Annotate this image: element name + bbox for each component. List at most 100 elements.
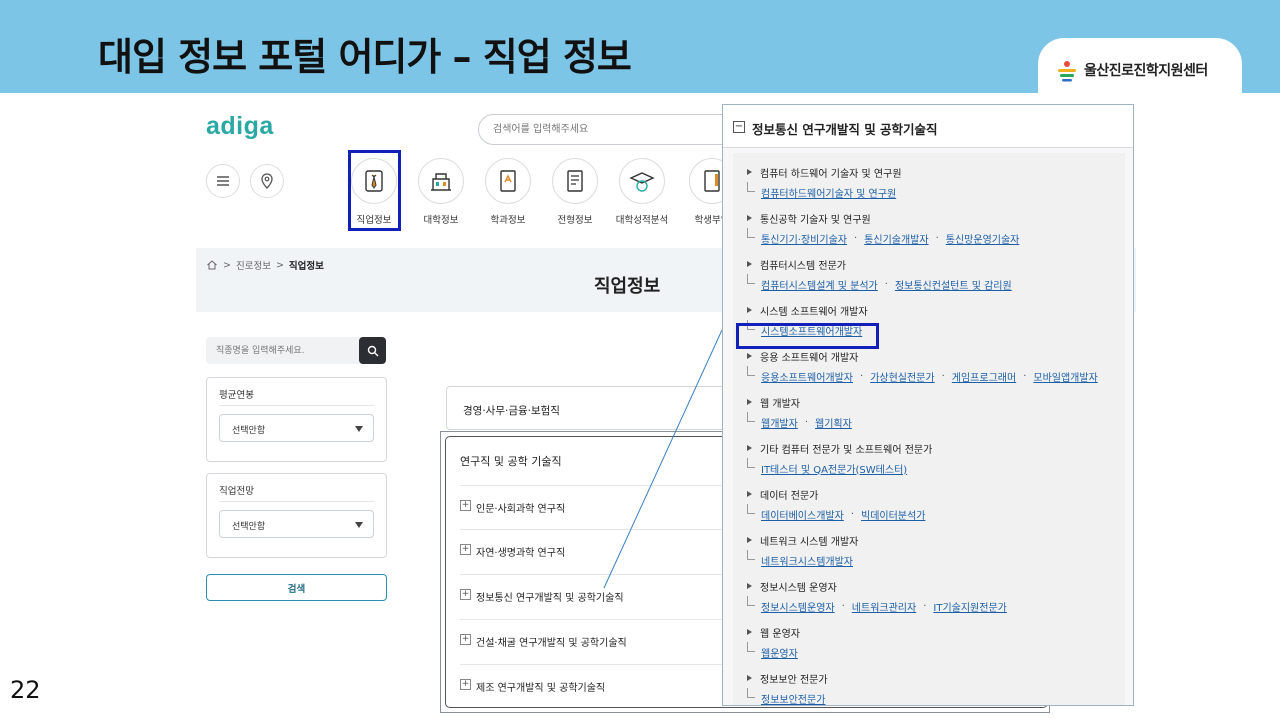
group-links: 데이터베이스개발자 · 빅데이터분석가 <box>747 504 925 522</box>
slide-header: 대입 정보 포털 어디가 – 직업 정보 울산진로진학지원센터 <box>0 0 1280 96</box>
group-other-computer: 기타 컴퓨터 전문가 및 소프트웨어 전문가 IT테스터 및 QA전문가(SW테… <box>747 441 932 476</box>
job-link[interactable]: IT기술지원전문가 <box>933 599 1006 614</box>
job-search-button[interactable] <box>359 337 386 364</box>
tree-elbow <box>747 550 755 560</box>
job-link-system-analyst[interactable]: 컴퓨터시스템설계 및 분석가 <box>761 277 878 292</box>
job-link[interactable]: 모바일앱개발자 <box>1033 369 1097 384</box>
divider <box>219 405 374 406</box>
group-links: 정보시스템운영자 · 네트워크관리자 · IT기술지원전문가 <box>747 596 1007 614</box>
outlook-select[interactable]: 선택안함 <box>219 510 374 538</box>
job-search-input[interactable] <box>206 337 356 364</box>
job-info-highlight <box>348 150 401 231</box>
book-icon <box>500 170 516 192</box>
triangle-icon <box>747 169 752 175</box>
filter-title: 직업전망 <box>219 486 254 497</box>
job-link[interactable]: 통신기술개발자 <box>864 231 928 246</box>
plus-icon: + <box>460 634 471 645</box>
page-number: 22 <box>10 676 41 704</box>
breadcrumb-career[interactable]: 진로정보 <box>236 258 271 272</box>
job-link[interactable]: 빅데이터분석가 <box>861 507 925 522</box>
cat-admission-info[interactable]: 전형정보 <box>545 158 605 226</box>
plus-icon: + <box>460 500 471 511</box>
job-link[interactable]: 정보시스템운영자 <box>761 599 835 614</box>
collapse-icon[interactable]: − <box>733 121 745 133</box>
sub-row-label: 정보통신 연구개발직 및 공학기술직 <box>476 593 624 604</box>
map-pin-icon <box>261 173 273 189</box>
job-link[interactable]: 컴퓨터하드웨어기술자 및 연구원 <box>761 185 896 200</box>
menu-button[interactable] <box>206 164 240 198</box>
job-link[interactable]: 네트워크시스템개발자 <box>761 553 853 568</box>
link-separator: · <box>804 416 808 428</box>
cat-university-info[interactable]: 대학정보 <box>411 158 471 226</box>
group-title-text: 정보시스템 운영자 <box>760 582 837 594</box>
job-link[interactable]: 가상현실전문가 <box>870 369 934 384</box>
cat-label: 대학정보 <box>423 215 459 226</box>
job-link[interactable]: 통신망운영기술자 <box>946 231 1020 246</box>
job-link[interactable]: 웹기획자 <box>815 415 852 430</box>
search-icon <box>367 345 378 356</box>
home-icon[interactable] <box>206 259 218 271</box>
triangle-icon <box>747 353 752 359</box>
salary-select[interactable]: 선택안함 <box>219 414 374 442</box>
sub-row-construction[interactable]: + 건설·채굴 연구개발직 및 공학기술직 <box>460 619 760 663</box>
job-link[interactable]: 데이터베이스개발자 <box>761 507 844 522</box>
apply-search-button[interactable]: 검색 <box>206 574 387 601</box>
group-links: IT테스터 및 QA전문가(SW테스터) <box>747 458 932 476</box>
filter-title: 평균연봉 <box>219 390 254 401</box>
popup-body: 컴퓨터 하드웨어 기술자 및 연구원 컴퓨터하드웨어기술자 및 연구원 통신공학… <box>733 153 1125 706</box>
group-application-software: 응용 소프트웨어 개발자 응용소프트웨어개발자 · 가상현실전문가 · 게임프로그래… <box>747 349 1098 384</box>
group-links: 컴퓨터하드웨어기술자 및 연구원 <box>747 182 902 200</box>
page-title: 직업정보 <box>594 276 661 297</box>
job-link[interactable]: 웹운영자 <box>761 645 798 660</box>
job-search-box[interactable] <box>206 337 386 364</box>
group-title-text: 데이터 전문가 <box>760 490 819 502</box>
tree-elbow <box>747 596 755 606</box>
plus-icon: + <box>460 679 471 690</box>
group-title-text: 시스템 소프트웨어 개발자 <box>760 306 868 318</box>
group-links: 컴퓨터시스템설계 및 분석가 · 정보통신컨설턴트 및 감리원 <box>747 274 1012 292</box>
job-link[interactable]: 정보보안전문가 <box>761 691 825 706</box>
sub-row-manufacturing[interactable]: + 제조 연구개발직 및 공학기술직 <box>460 664 760 707</box>
sub-row-ict[interactable]: + 정보통신 연구개발직 및 공학기술직 <box>460 574 760 618</box>
job-link[interactable]: IT테스터 및 QA전문가(SW테스터) <box>761 461 907 476</box>
job-link[interactable]: 웹개발자 <box>761 415 798 430</box>
cat-major-info[interactable]: 학과정보 <box>478 158 538 226</box>
sub-row-natural-science[interactable]: + 자연·생명과학 연구직 <box>460 529 760 573</box>
sub-row-label: 인문·사회과학 연구직 <box>476 504 566 515</box>
sub-row-label: 건설·채굴 연구개발직 및 공학기술직 <box>476 638 627 649</box>
plus-icon: + <box>460 544 471 555</box>
cat-label: 대학성적분석 <box>615 215 669 226</box>
job-link[interactable]: 네트워크관리자 <box>852 599 916 614</box>
group-title: 데이터 전문가 <box>747 487 925 502</box>
slide-title: 대입 정보 포털 어디가 – 직업 정보 <box>98 35 632 79</box>
group-title: 웹 운영자 <box>747 625 800 640</box>
select-value: 선택안함 <box>232 522 266 532</box>
org-logo-icon <box>1058 61 1076 82</box>
job-link[interactable]: 게임프로그래머 <box>952 369 1016 384</box>
tree-elbow <box>747 182 755 192</box>
group-security: 정보보안 전문가 정보보안전문가 <box>747 671 828 706</box>
ict-detail-popup: − 정보통신 연구개발직 및 공학기술직 컴퓨터 하드웨어 기술자 및 연구원 … <box>722 104 1134 706</box>
hamburger-icon <box>217 176 229 186</box>
job-link[interactable]: 정보통신컨설턴트 및 감리원 <box>895 277 1012 292</box>
panel-business[interactable]: 경영·사무·금융·보험직 <box>446 386 736 430</box>
divider <box>219 501 374 502</box>
research-title: 연구직 및 공학 기술직 <box>460 455 562 468</box>
group-title: 정보보안 전문가 <box>747 671 828 686</box>
group-title-text: 웹 개발자 <box>760 398 800 410</box>
salary-filter: 평균연봉 선택안함 <box>206 377 387 462</box>
location-button[interactable] <box>250 164 284 198</box>
group-info-system-operator: 정보시스템 운영자 정보시스템운영자 · 네트워크관리자 · IT기술지원전문가 <box>747 579 1007 614</box>
cat-grade-analysis[interactable]: 대학성적분석 <box>612 158 672 226</box>
triangle-icon <box>747 307 752 313</box>
job-link[interactable]: 응용소프트웨어개발자 <box>761 369 853 384</box>
triangle-icon <box>747 675 752 681</box>
group-title: 컴퓨터시스템 전문가 <box>747 257 1012 272</box>
group-telecom: 통신공학 기술자 및 연구원 통신기기·장비기술자 · 통신기술개발자 · 통신망운… <box>747 211 1019 246</box>
group-network-system: 네트워크 시스템 개발자 네트워크시스템개발자 <box>747 533 858 568</box>
job-link[interactable]: 통신기기·장비기술자 <box>761 231 847 246</box>
group-links: 통신기기·장비기술자 · 통신기술개발자 · 통신망운영기술자 <box>747 228 1020 246</box>
sub-row-humanities[interactable]: + 인문·사회과학 연구직 <box>460 485 760 529</box>
breadcrumb: > 진로정보 > 직업정보 <box>206 258 324 272</box>
site-logo[interactable]: adiga <box>206 112 274 141</box>
